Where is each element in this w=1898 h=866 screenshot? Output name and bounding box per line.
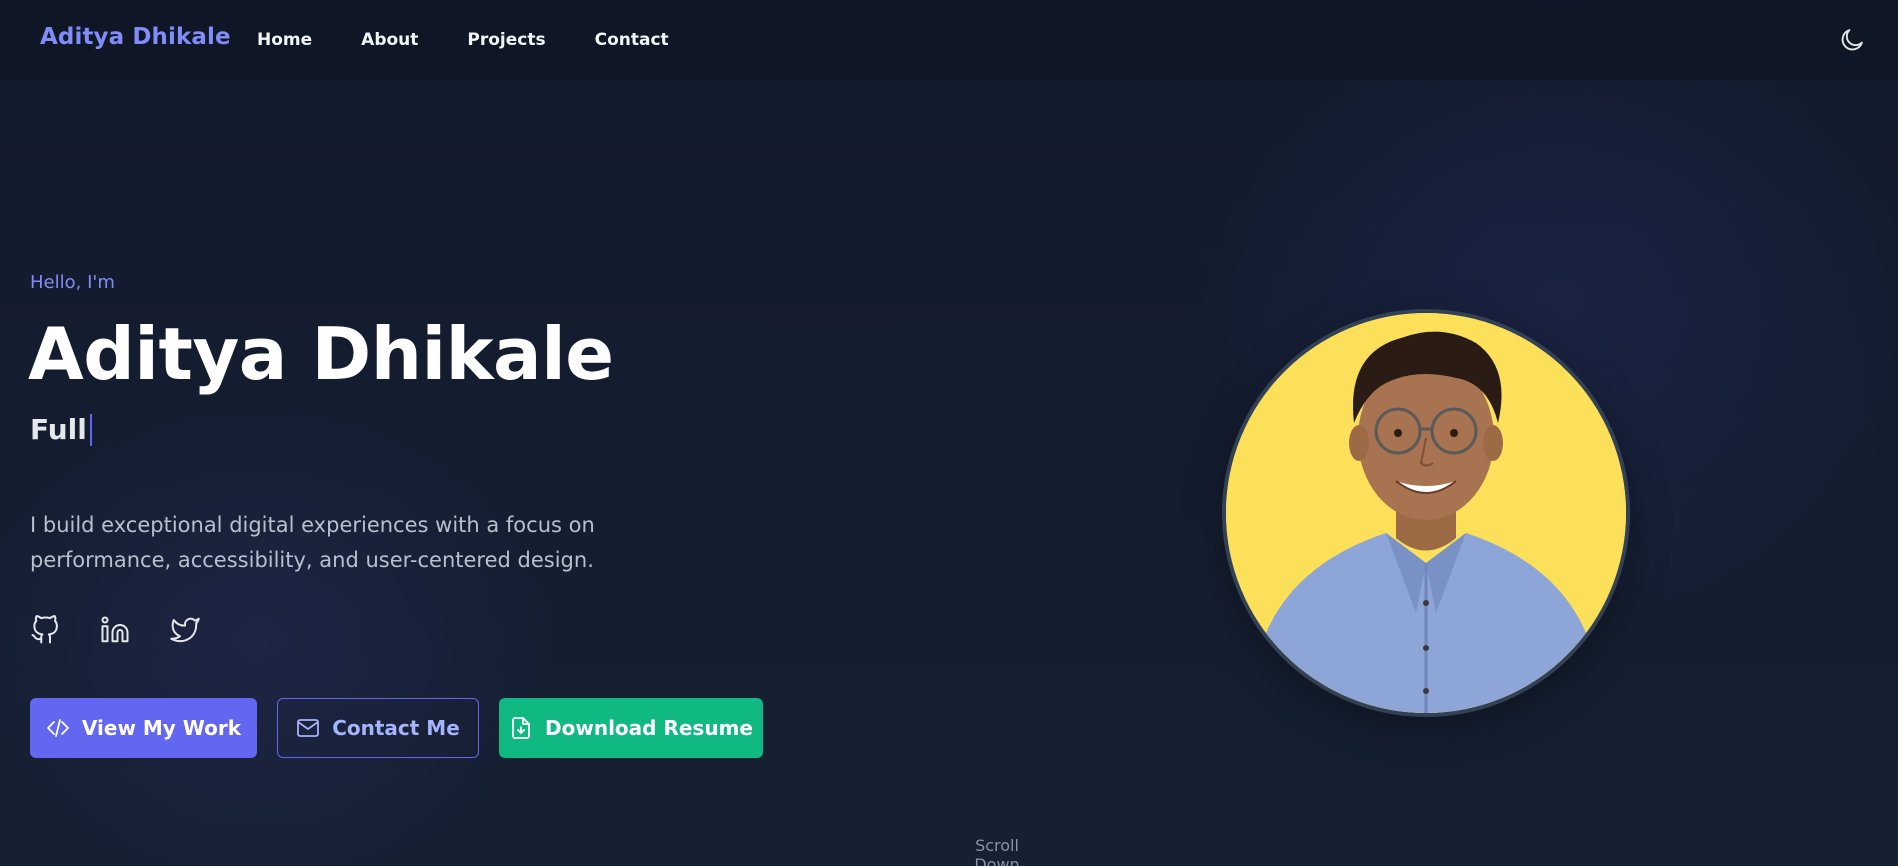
brand-logo[interactable]: Aditya Dhikale (40, 24, 231, 50)
contact-me-button[interactable]: Contact Me (277, 698, 479, 758)
typed-text: Full (30, 413, 87, 446)
contact-me-label: Contact Me (332, 716, 460, 740)
mail-icon (297, 719, 320, 737)
social-links (30, 614, 240, 646)
nav-link-about[interactable]: About (361, 30, 418, 50)
download-resume-button[interactable]: Download Resume (499, 698, 763, 758)
theme-toggle-button[interactable] (1838, 26, 1866, 54)
navbar: Aditya Dhikale Home About Projects Conta… (0, 0, 1898, 81)
typing-cursor (89, 414, 92, 446)
view-work-label: View My Work (81, 716, 242, 740)
nav-links: Home About Projects Contact (257, 30, 718, 50)
linkedin-link[interactable] (100, 614, 130, 646)
download-resume-label: Download Resume (545, 716, 753, 740)
hero-name: Aditya Dhikale (28, 312, 614, 396)
nav-link-contact[interactable]: Contact (595, 30, 669, 50)
page: Aditya Dhikale Home About Projects Conta… (0, 0, 1898, 866)
typed-role: Full (30, 410, 92, 450)
avatar-frame (1222, 309, 1630, 717)
linkedin-icon (101, 616, 129, 643)
hero-greeting: Hello, I'm (30, 272, 115, 293)
twitter-icon (170, 617, 200, 643)
twitter-link[interactable] (170, 614, 200, 646)
nav-link-projects[interactable]: Projects (467, 30, 545, 50)
profile-photo (1226, 313, 1626, 713)
scroll-down-hint[interactable]: Scroll Down (950, 836, 1044, 866)
file-download-icon (512, 717, 530, 739)
hero-bio: I build exceptional digital experiences … (30, 513, 595, 572)
nav-link-home[interactable]: Home (257, 30, 312, 50)
view-work-button[interactable]: View My Work (30, 698, 257, 758)
avatar (1226, 313, 1626, 713)
code-icon (47, 719, 69, 737)
github-link[interactable] (30, 614, 60, 646)
moon-icon (1841, 29, 1863, 51)
github-icon (31, 615, 58, 644)
